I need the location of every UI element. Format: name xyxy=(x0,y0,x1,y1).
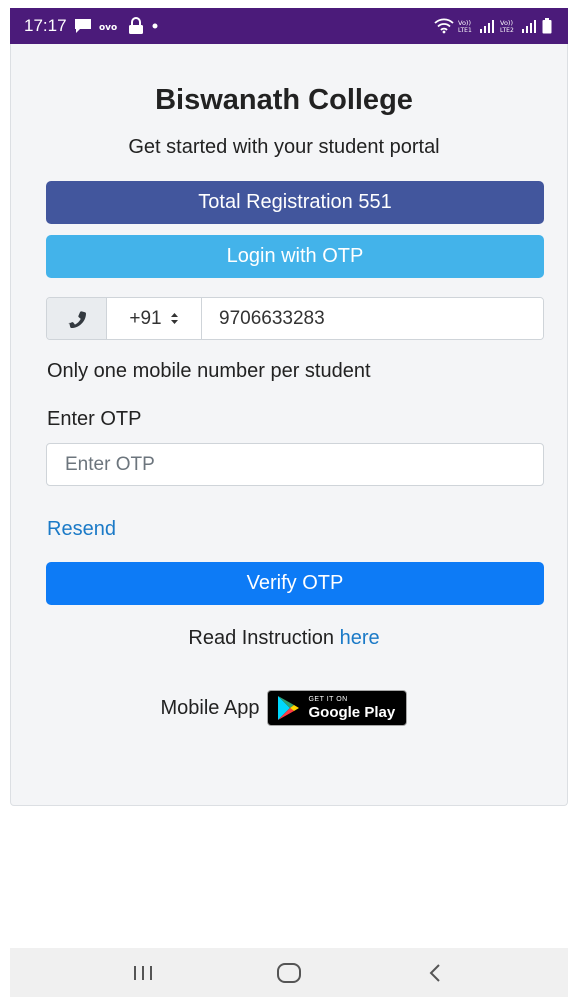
volte1-signal-icon: Vo)) LTE1 xyxy=(458,18,496,34)
volte2-signal-icon: Vo)) LTE2 xyxy=(500,18,538,34)
select-arrows-icon xyxy=(170,312,179,325)
instruction-line: Read Instruction here xyxy=(0,627,568,650)
play-badge-big: Google Play xyxy=(308,704,396,721)
svg-text:ovo: ovo xyxy=(99,23,117,32)
lock-icon xyxy=(128,17,144,35)
mobile-input-group: +91 xyxy=(46,297,544,340)
mobile-app-label: Mobile App xyxy=(160,696,260,719)
instruction-link[interactable]: here xyxy=(340,627,380,649)
status-bar: 17:17 ovo Vo)) LTE1 Vo)) LTE2 xyxy=(10,8,568,44)
country-code-select[interactable]: +91 xyxy=(107,298,202,339)
phone-addon xyxy=(47,298,107,339)
message-icon xyxy=(74,18,92,34)
google-play-icon xyxy=(276,695,300,721)
phone-icon xyxy=(66,308,88,330)
svg-text:LTE2: LTE2 xyxy=(500,27,514,34)
recent-apps-icon[interactable] xyxy=(113,953,173,993)
status-bar-left: 17:17 ovo xyxy=(24,16,159,36)
resend-link[interactable]: Resend xyxy=(47,518,116,541)
back-icon[interactable] xyxy=(405,953,465,993)
battery-icon xyxy=(542,18,552,34)
otp-label: Enter OTP xyxy=(47,408,142,430)
country-code-value: +91 xyxy=(129,307,162,329)
svg-text:LTE1: LTE1 xyxy=(458,27,472,34)
clock: 17:17 xyxy=(24,16,67,35)
mobile-number-input[interactable] xyxy=(202,298,543,339)
play-badge-small: GET IT ON xyxy=(308,696,348,703)
status-bar-right: Vo)) LTE1 Vo)) LTE2 xyxy=(434,18,552,34)
svg-text:Vo)): Vo)) xyxy=(500,19,513,27)
wifi-icon xyxy=(434,18,454,34)
verify-otp-button[interactable]: Verify OTP xyxy=(46,562,544,605)
mobile-note: Only one mobile number per student xyxy=(47,360,371,382)
page-subtitle: Get started with your student portal xyxy=(128,136,440,158)
page-title: Biswanath College xyxy=(155,84,413,116)
ovo-icon: ovo xyxy=(99,20,121,32)
mobile-app-row: Mobile App GET IT ON Google Play xyxy=(0,690,568,726)
home-icon[interactable] xyxy=(259,953,319,993)
dot-icon xyxy=(151,22,159,30)
otp-input[interactable] xyxy=(46,443,544,486)
login-with-otp-button[interactable]: Login with OTP xyxy=(46,235,544,278)
google-play-text: GET IT ON Google Play xyxy=(308,696,395,720)
svg-text:Vo)): Vo)) xyxy=(458,19,471,27)
google-play-badge[interactable]: GET IT ON Google Play xyxy=(267,690,408,726)
total-registration-button[interactable]: Total Registration 551 xyxy=(46,181,544,224)
instruction-text: Read Instruction xyxy=(188,627,335,649)
android-nav-bar xyxy=(10,948,568,997)
